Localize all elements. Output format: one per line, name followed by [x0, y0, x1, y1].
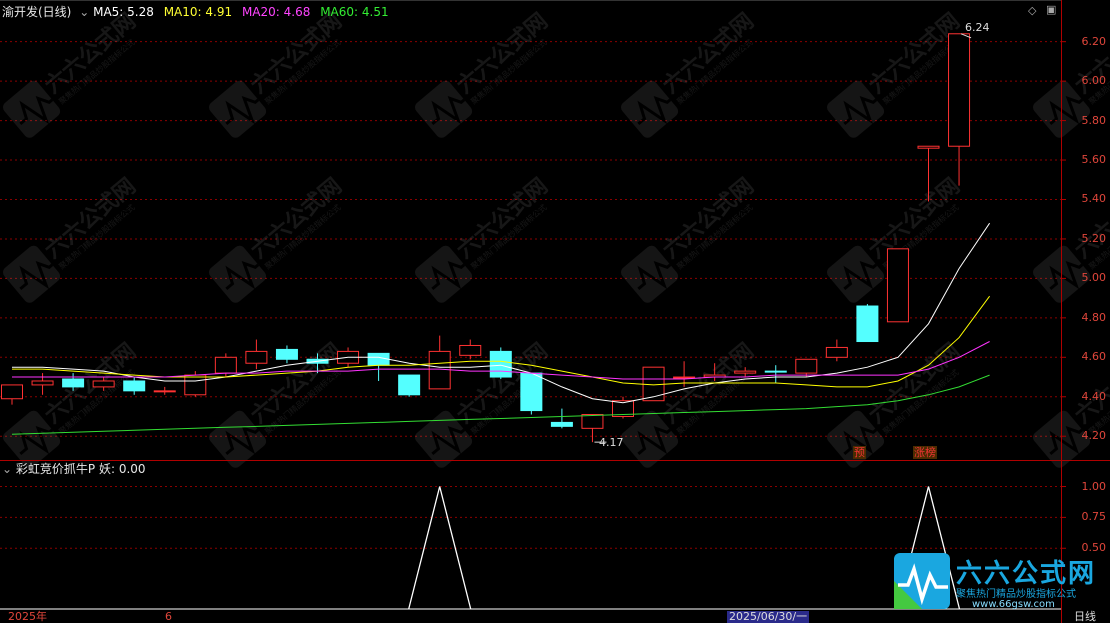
main-legend: 渝开发(日线) ⌄ MA5: 5.28 MA10: 4.91 MA20: 4.6…	[2, 5, 389, 19]
date-year: 2025年	[8, 610, 47, 623]
candle-body	[398, 374, 421, 396]
indicator-title: 彩虹竞价抓牛P	[15, 462, 96, 476]
svg-text:六六公式网: 六六公式网	[865, 174, 965, 264]
watermark-mark: 六六公式网聚焦热门精品炒股指标公式	[621, 9, 759, 138]
price-tick-label: 5.80	[1081, 113, 1107, 127]
watermark-mark: 六六公式网聚焦热门精品炒股指标公式	[415, 174, 553, 303]
price-tick-label: 6.20	[1081, 34, 1107, 48]
high-price-label: 6.24	[965, 21, 990, 34]
indicator-value: 妖: 0.00	[98, 462, 146, 476]
watermark-mark: 六六公式网聚焦热门精品炒股指标公式	[621, 174, 759, 303]
logo-emblem-icon	[894, 553, 950, 609]
candle-body	[428, 350, 451, 390]
candle-body	[520, 372, 543, 412]
candle-body	[886, 248, 909, 323]
watermark-mark: 六六公式网聚焦热门精品炒股指标公式	[209, 9, 347, 138]
limit-up-tag[interactable]: 涨榜	[913, 446, 937, 459]
ma20-value: MA20: 4.68	[241, 5, 311, 19]
candle-body	[673, 376, 696, 379]
window-toggle-icon[interactable]: ▣	[1046, 3, 1056, 16]
date-month: 6	[165, 610, 172, 623]
indicator-toggle-icon[interactable]: ⌄	[2, 462, 12, 476]
cursor-date: 2025/06/30/一	[727, 610, 810, 623]
watermark-mark: 六六公式网聚焦热门精品炒股指标公式	[415, 9, 553, 138]
candle-body	[734, 370, 757, 374]
price-tick-label: 5.40	[1081, 192, 1107, 206]
candle-body	[581, 414, 604, 429]
watermark-mark: 六六公式网聚焦热门精品炒股指标公式	[621, 339, 759, 468]
candle-body	[62, 378, 85, 388]
candle-body	[92, 380, 115, 388]
svg-text:六六公式网: 六六公式网	[453, 174, 553, 264]
candle-body	[917, 145, 940, 149]
stock-title: 渝开发(日线)	[2, 5, 72, 19]
svg-text:六六公式网: 六六公式网	[247, 9, 347, 99]
price-tick-label: 5.60	[1081, 153, 1107, 167]
ma-toggle-icon[interactable]: ⌄	[79, 5, 89, 19]
candle-body	[795, 358, 818, 374]
diamond-icon[interactable]: ◇	[1028, 4, 1036, 17]
svg-text:六六公式网: 六六公式网	[247, 174, 347, 264]
candle-body	[489, 350, 512, 378]
svg-text:六六公式网: 六六公式网	[865, 339, 965, 429]
watermark-mark: 六六公式网聚焦热门精品炒股指标公式	[3, 9, 141, 138]
candle-body	[245, 350, 268, 364]
axis-frame	[0, 0, 1110, 623]
candle-body	[1, 384, 23, 400]
candle-body	[31, 380, 54, 386]
ma60-value: MA60: 4.51	[320, 5, 389, 19]
price-tick-label: 5.00	[1081, 271, 1107, 285]
svg-text:六六公式网: 六六公式网	[41, 9, 141, 99]
candle-body	[275, 348, 298, 360]
watermark-mark: 六六公式网聚焦热门精品炒股指标公式	[3, 339, 141, 468]
price-tick-label: 4.40	[1081, 389, 1107, 403]
candle-body	[948, 33, 971, 147]
svg-text:六六公式网: 六六公式网	[453, 9, 553, 99]
brand-logo: 六六公式网 聚焦热门精品炒股指标公式 www.66gsw.com	[892, 551, 1110, 613]
indicator-tick-label: 1.00	[1081, 479, 1107, 493]
price-tick-label: 4.60	[1081, 350, 1107, 364]
candle-body	[550, 421, 573, 427]
candle-body	[184, 374, 207, 396]
candle-body	[856, 305, 879, 343]
svg-text:六六公式网: 六六公式网	[659, 9, 759, 99]
watermark-layer: 六六公式网聚焦热门精品炒股指标公式 六六公式网聚焦热门精品炒股指标公式 六六公式网聚…	[3, 9, 1110, 468]
candle-body	[459, 344, 482, 356]
low-price-label: 4.17	[599, 436, 624, 449]
watermark-mark: 六六公式网聚焦热门精品炒股指标公式	[3, 174, 141, 303]
price-tick-label: 4.20	[1081, 429, 1107, 443]
candle-body	[825, 346, 848, 358]
candle-body	[764, 370, 787, 373]
candle-body	[123, 380, 146, 392]
price-tick-label: 4.80	[1081, 310, 1107, 324]
indicator-legend: ⌄ 彩虹竞价抓牛P 妖: 0.00	[2, 462, 146, 476]
indicator-tick-label: 0.75	[1081, 510, 1107, 524]
ma5-value: MA5: 5.28	[93, 5, 154, 19]
candle-body	[214, 356, 237, 374]
logo-url: www.66gsw.com	[972, 599, 1055, 610]
price-tick-label: 6.00	[1081, 74, 1107, 88]
chart-window[interactable]: 六六公式网 聚焦热门精品炒股指标公式 六六公式网 聚焦热门精品炒股指标公式 六六公式网聚…	[0, 0, 1110, 623]
candle-body	[153, 390, 176, 393]
watermark-mark: 六六公式网聚焦热门精品炒股指标公式	[209, 174, 347, 303]
candle-body	[367, 352, 390, 366]
ma10-value: MA10: 4.91	[163, 5, 233, 19]
price-tick-label: 5.20	[1081, 231, 1107, 245]
pre-tag[interactable]: 预	[853, 446, 866, 459]
kline-chart[interactable]: 六六公式网聚焦热门精品炒股指标公式 六六公式网聚焦热门精品炒股指标公式 六六公式网聚…	[0, 0, 1110, 623]
svg-text:六六公式网: 六六公式网	[41, 174, 141, 264]
logo-slogan: 聚焦热门精品炒股指标公式	[956, 589, 1076, 600]
svg-text:六六公式网: 六六公式网	[659, 174, 759, 264]
